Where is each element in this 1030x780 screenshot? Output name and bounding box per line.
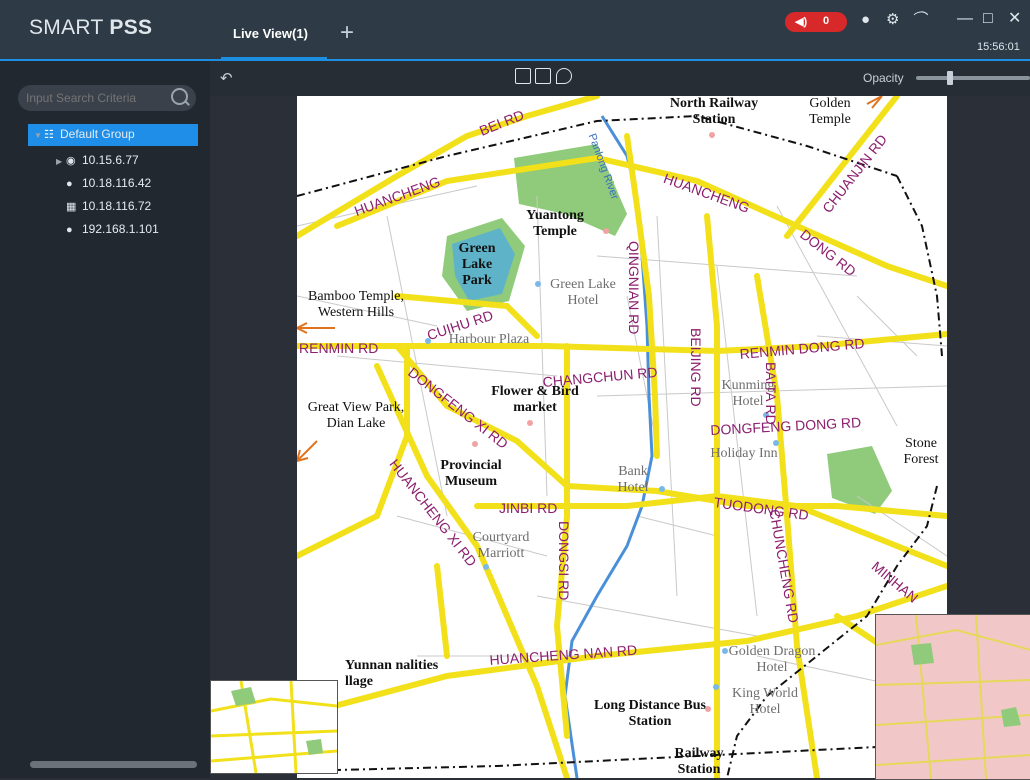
city-map[interactable]: North Railway Station Golden Temple Yuan…	[297, 96, 947, 778]
map-thumbnail-preview[interactable]	[210, 680, 338, 774]
save-icon[interactable]	[515, 68, 531, 84]
device-label: 192.168.1.101	[82, 222, 159, 236]
nvr-icon: ▦	[66, 201, 77, 213]
device-label: 10.18.116.42	[82, 176, 152, 190]
map-marker[interactable]	[659, 486, 665, 492]
offline-camera-icon: ●	[66, 178, 73, 190]
place-label: Flower & Bird market	[491, 384, 579, 415]
thumbnail-graphics	[211, 681, 337, 773]
tree-group-row[interactable]: ▼ ☷ Default Group	[34, 127, 135, 147]
road-label: BEIJING RD	[688, 328, 704, 407]
overview-graphics	[876, 615, 1030, 779]
alarm-count: 0	[823, 15, 830, 27]
tree-device-row[interactable]: ● 10.18.116.42	[66, 176, 151, 196]
tree-device-row[interactable]: ▦ 10.18.116.72	[66, 199, 151, 219]
tab-label: Live View(1)	[233, 26, 308, 41]
gear-icon[interactable]: ⚙	[886, 12, 899, 28]
place-label: Bamboo Temple, Western Hills	[308, 289, 404, 320]
map-marker[interactable]	[773, 440, 779, 446]
opacity-label: Opacity	[863, 71, 904, 85]
road-label: QINGNIAN RD	[626, 241, 642, 335]
close-button[interactable]: ✕	[1008, 10, 1021, 28]
org-tree-icon: ☷	[44, 129, 54, 141]
opacity-slider-handle[interactable]	[947, 71, 953, 85]
tab-live-view[interactable]: Live View(1)	[221, 0, 327, 60]
opacity-slider[interactable]	[916, 76, 1030, 80]
device-label: 10.15.6.77	[82, 153, 139, 167]
device-sidebar: ▼☷ Default Group ▶◉ 10.15.6.77 ● 10.18.116.…	[0, 61, 210, 778]
map-toolbar: ↶ Opacity	[210, 61, 1030, 96]
map-marker[interactable]	[722, 648, 728, 654]
title-bar: SMART PSS Live View(1) + ◀) 0 ● ⚙ ⌒ — □ …	[0, 0, 1030, 60]
road-label: JINBI RD	[499, 500, 558, 516]
place-label: Long Distance Bus Station	[593, 698, 707, 729]
back-icon[interactable]: ↶	[220, 69, 233, 87]
place-label: Golden Dragon Hotel	[728, 644, 816, 675]
tree-device-row[interactable]: ▶ ◉ 10.15.6.77	[56, 153, 139, 173]
search-box	[18, 85, 196, 111]
direction-arrow-icon	[297, 322, 335, 334]
speaker-icon: ◀)	[795, 16, 808, 28]
pin-icon[interactable]	[556, 68, 572, 84]
map-marker[interactable]	[527, 420, 533, 426]
add-tab-button[interactable]: +	[340, 21, 354, 45]
place-label: King World Hotel	[732, 686, 798, 717]
alarm-button[interactable]: ◀) 0	[785, 12, 847, 32]
place-label: Stone Forest	[903, 436, 939, 467]
place-label: Great View Park, Dian Lake	[307, 400, 405, 431]
place-label: North Railway Station	[669, 96, 759, 127]
map-marker[interactable]	[483, 564, 489, 570]
place-label: Provincial Museum	[440, 458, 502, 489]
map-marker[interactable]	[705, 706, 711, 712]
minimize-button[interactable]: —	[957, 10, 973, 28]
direction-arrow-icon	[866, 96, 883, 109]
group-label: Default Group	[60, 127, 135, 141]
tree-device-row[interactable]: ● 192.168.1.101	[66, 222, 159, 242]
road-label: RENMIN RD	[299, 340, 379, 356]
map-marker[interactable]	[713, 684, 719, 690]
sidebar-scrollbar[interactable]	[30, 761, 197, 768]
collapse-triangle-icon[interactable]: ▼	[34, 131, 44, 140]
map-marker[interactable]	[709, 132, 715, 138]
device-label: 10.18.116.72	[82, 199, 152, 213]
maximize-button[interactable]: □	[983, 10, 993, 28]
picture-icon[interactable]	[535, 68, 551, 84]
clock: 15:56:01	[977, 41, 1020, 53]
place-label: Railway Station	[674, 746, 724, 777]
map-marker[interactable]	[472, 441, 478, 447]
speed-icon[interactable]: ⌒	[911, 12, 926, 28]
map-overview-thumbnail[interactable]	[875, 614, 1030, 780]
place-label: Green Lake Hotel	[550, 277, 616, 308]
direction-arrow-icon	[297, 440, 318, 462]
road-label: DONGSI RD	[556, 521, 572, 601]
camera-icon: ◉	[66, 155, 76, 167]
offline-camera-icon: ●	[66, 224, 73, 236]
search-input[interactable]	[26, 88, 164, 108]
search-icon[interactable]	[171, 88, 188, 105]
place-label: Yuantong Temple	[526, 208, 584, 239]
place-label: Yunnan nalities llage	[345, 658, 439, 689]
place-label: Green Lake Park	[458, 241, 496, 288]
map-marker[interactable]	[535, 281, 541, 287]
expand-triangle-icon[interactable]: ▶	[56, 157, 66, 166]
road-label: BAITA RD	[763, 362, 779, 425]
app-title: SMART PSS	[29, 16, 153, 39]
place-label: Holiday Inn	[710, 446, 778, 461]
user-icon[interactable]: ●	[861, 12, 870, 28]
place-label: Golden Temple	[809, 96, 851, 127]
place-label: Bank Hotel	[617, 464, 649, 495]
map-marker[interactable]	[603, 228, 609, 234]
